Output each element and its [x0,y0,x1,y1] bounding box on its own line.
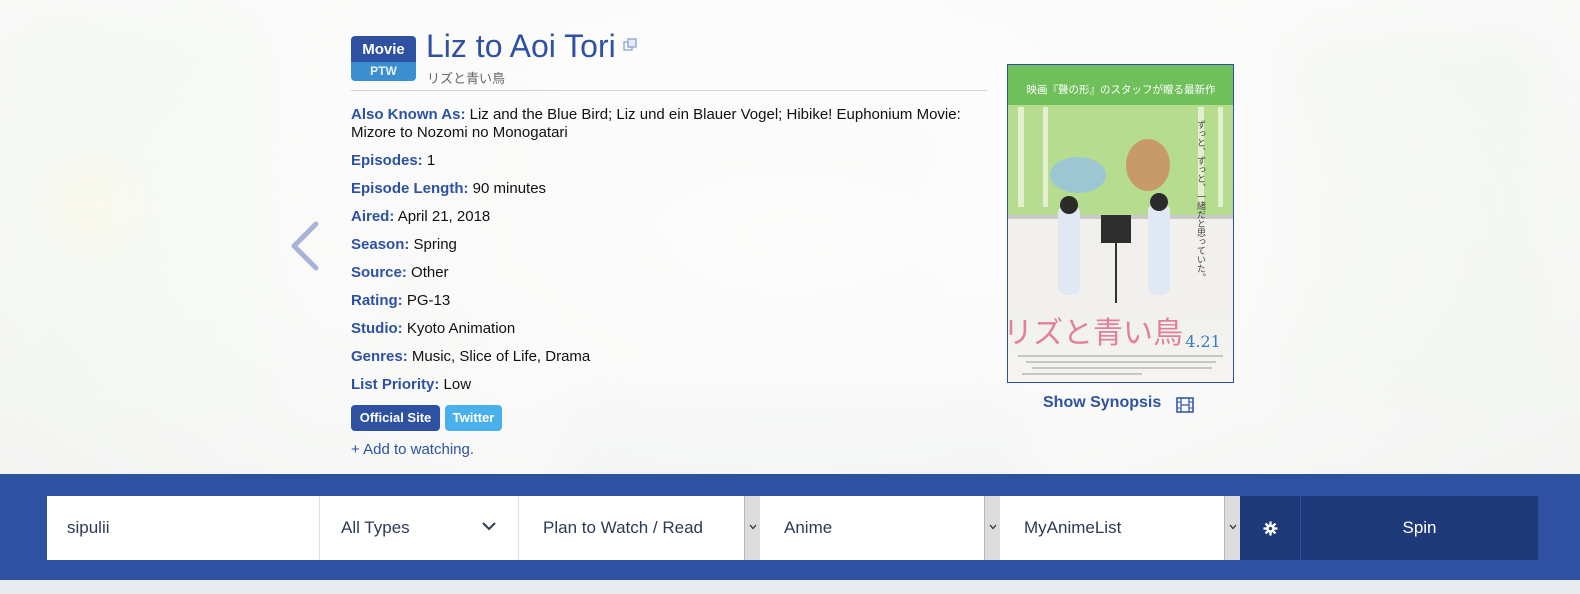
info-key: List Priority: [351,376,440,393]
chevron-down-icon [1229,524,1237,530]
film-icon[interactable] [1176,397,1194,413]
info-key: Studio: [351,320,403,337]
copy-icon[interactable] [623,38,637,52]
type-select-value: All Types [341,518,410,537]
poster-title-text: リズと青い鳥 [1008,316,1183,351]
info-value: Music, Slice of Life, Drama [411,348,591,365]
info-value: 1 [426,152,436,169]
info-row-list-priority: List Priority: Low [351,376,471,394]
info-row-season: Season: Spring [351,236,457,254]
info-key: Rating: [351,292,403,309]
select-arrow[interactable] [1224,496,1240,560]
info-key: Genres: [351,348,408,365]
media-select[interactable]: Anime [760,496,1000,560]
info-value: April 21, 2018 [397,208,491,225]
info-row-rating: Rating: PG-13 [351,292,450,310]
page-title[interactable]: Liz to Aoi Tori [426,28,616,65]
info-row-also-known-as: Also Known As: Liz and the Blue Bird; Li… [351,106,981,142]
info-key: Aired: [351,208,395,225]
info-key: Season: [351,236,410,253]
info-row-genres: Genres: Music, Slice of Life, Drama [351,348,590,366]
chevron-left-icon[interactable] [286,218,330,274]
add-to-watching-link[interactable]: + Add to watching. [351,441,474,458]
chevron-down-icon [482,522,496,531]
poster-vertical-text: ずっと、ずっと、一緒だと思っていた。 [1195,120,1206,282]
media-select-value: Anime [784,518,833,537]
settings-button[interactable] [1240,496,1301,560]
poster-top-text: 映画『聲の形』のスタッフが贈る最新作 [1027,83,1216,96]
info-row-studio: Studio: Kyoto Animation [351,320,515,338]
poster-image[interactable]: 映画『聲の形』のスタッフが贈る最新作 リズと青い鳥 4.21 ずっと、ずっと、一… [1007,64,1234,383]
info-value: PG-13 [406,292,451,309]
poster-date-text: 4.21 [1185,332,1221,351]
info-key: Episodes: [351,152,423,169]
info-row-source: Source: Other [351,264,449,282]
select-arrow[interactable] [744,496,760,560]
chevron-down-icon [989,524,997,530]
poster-illustration: 映画『聲の形』のスタッフが贈る最新作 リズと青い鳥 4.21 ずっと、ずっと、一… [1008,65,1233,375]
site-select-value: MyAnimeList [1024,518,1122,537]
list-status-badge: PTW [351,62,416,81]
type-badge: Movie PTW [351,36,416,81]
spin-button[interactable]: Spin [1301,496,1538,560]
type-badge-label: Movie [351,36,416,62]
info-row-aired: Aired: April 21, 2018 [351,208,490,226]
username-field[interactable] [47,496,320,560]
type-select[interactable]: All Types [320,496,519,560]
info-key: Source: [351,264,407,281]
info-value: Low [443,376,472,393]
twitter-button[interactable]: Twitter [445,405,502,431]
select-arrow[interactable] [984,496,1000,560]
site-select[interactable]: MyAnimeList [1000,496,1240,560]
info-value: Kyoto Animation [406,320,516,337]
list-status-select-value: Plan to Watch / Read [543,518,704,537]
info-value: 90 minutes [472,180,547,197]
show-synopsis-link[interactable]: Show Synopsis [1043,394,1161,412]
bar-bottom-strip [0,580,1580,594]
username-input[interactable] [47,496,319,560]
info-value: Other [411,264,449,281]
official-site-button[interactable]: Official Site [351,405,440,431]
info-row-episode-length: Episode Length: 90 minutes [351,180,546,198]
chevron-down-icon [749,524,757,530]
info-key: Episode Length: [351,180,469,197]
info-value: Spring [413,236,457,253]
info-row-episodes: Episodes: 1 [351,152,435,170]
info-key: Also Known As: [351,106,466,123]
alternate-title: リズと青い鳥 [427,71,506,86]
gear-icon [1263,521,1278,536]
list-status-select[interactable]: Plan to Watch / Read [519,496,760,560]
divider [351,90,987,91]
